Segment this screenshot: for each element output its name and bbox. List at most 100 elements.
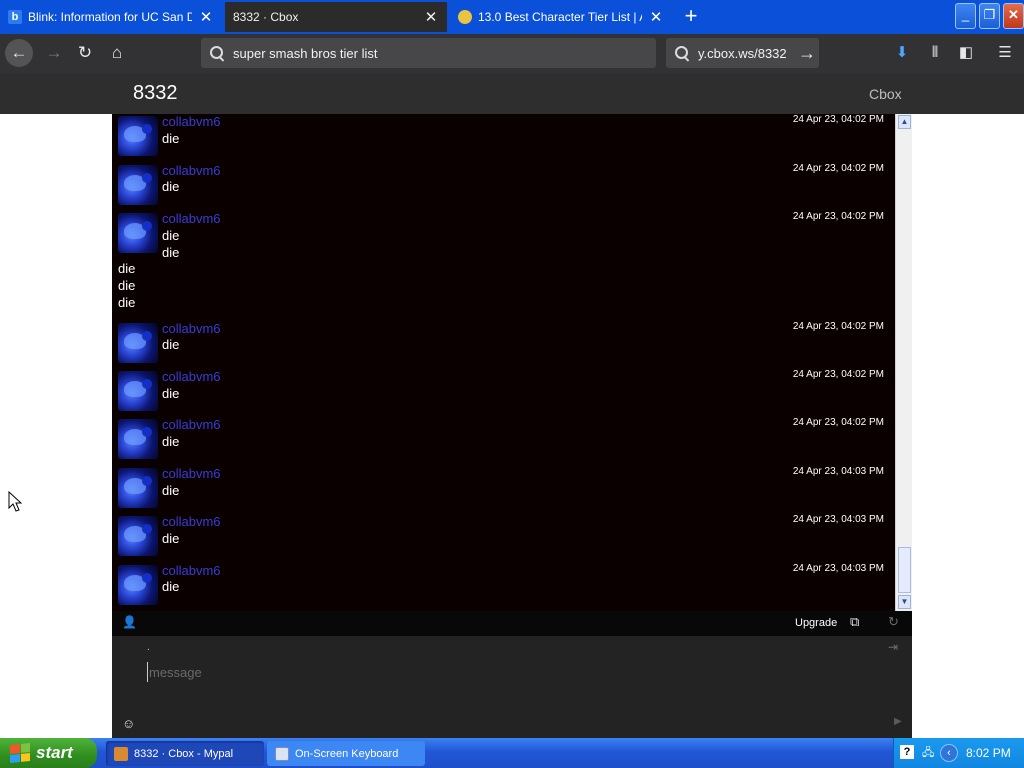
- send-icon[interactable]: ▶: [894, 716, 902, 727]
- message-text: die: [162, 228, 180, 243]
- system-tray: ? 🖧 ‹ 8:02 PM: [893, 738, 1024, 768]
- message-text: die: [162, 131, 180, 146]
- mouse-cursor-icon: [8, 491, 22, 512]
- message-text: die: [118, 295, 136, 310]
- message-timestamp: 24 Apr 23, 04:02 PM: [792, 417, 884, 428]
- search-box[interactable]: y.cbox.ws/8332 →: [666, 38, 819, 68]
- keyboard-app-icon: [275, 746, 289, 761]
- taskbar-item-label: 8332 · Cbox - Mypal: [134, 747, 234, 760]
- home-icon[interactable]: ⌂: [103, 39, 131, 67]
- tab-cbox[interactable]: 8332 · Cbox ✕: [225, 2, 447, 32]
- message-timestamp: 24 Apr 23, 04:03 PM: [792, 466, 884, 477]
- message-text: die: [162, 579, 180, 594]
- reload-icon[interactable]: ↻: [71, 39, 99, 67]
- taskbar-item-mypal[interactable]: 8332 · Cbox - Mypal: [106, 741, 264, 766]
- new-tab-icon[interactable]: +: [678, 4, 704, 30]
- taskbar: start 8332 · Cbox - Mypal On-Screen Keyb…: [0, 738, 1024, 768]
- message-timestamp: 24 Apr 23, 04:03 PM: [792, 514, 884, 525]
- back-icon[interactable]: ←: [5, 39, 33, 67]
- compose-area: . ⇥ ☺ ▶: [112, 636, 912, 738]
- message-timestamp: 24 Apr 23, 04:02 PM: [792, 321, 884, 332]
- close-tab-icon[interactable]: ✕: [648, 8, 664, 26]
- message-text: die: [162, 531, 180, 546]
- minimize-button[interactable]: _: [955, 3, 976, 29]
- message-text: die: [118, 278, 136, 293]
- tab-tier-list[interactable]: 13.0 Best Character Tier List | App ✕: [450, 2, 672, 32]
- mypal-app-icon: [114, 746, 128, 761]
- taskbar-item-keyboard[interactable]: On-Screen Keyboard: [267, 741, 425, 766]
- message-username[interactable]: collabvm6: [162, 514, 221, 529]
- tab-title: 13.0 Best Character Tier List | App: [478, 10, 642, 24]
- upgrade-link[interactable]: Upgrade: [795, 617, 837, 629]
- message-username[interactable]: collabvm6: [162, 211, 221, 226]
- avatar: [118, 419, 158, 459]
- scrollbar[interactable]: ▲ ▼: [895, 114, 912, 611]
- address-bar[interactable]: super smash bros tier list: [201, 38, 656, 68]
- clock[interactable]: 8:02 PM: [966, 746, 1011, 760]
- go-arrow-icon[interactable]: →: [795, 43, 819, 64]
- avatar: [118, 516, 158, 556]
- message-text: die: [162, 179, 180, 194]
- page-header: 8332 Cbox: [0, 73, 1024, 114]
- library-icon[interactable]: ⫴: [924, 42, 946, 64]
- close-tab-icon[interactable]: ✕: [423, 8, 439, 26]
- message-username[interactable]: collabvm6: [162, 369, 221, 384]
- tab-strip: b Blink: Information for UC San Diego ✕ …: [0, 0, 1024, 34]
- start-label: start: [36, 743, 73, 762]
- message-timestamp: 24 Apr 23, 04:02 PM: [792, 369, 884, 380]
- message-username[interactable]: collabvm6: [162, 417, 221, 432]
- login-icon[interactable]: ⇥: [888, 640, 898, 654]
- scroll-down-icon[interactable]: ▼: [898, 595, 911, 609]
- message-text: die: [118, 261, 136, 276]
- brand-link[interactable]: Cbox: [869, 86, 902, 102]
- message-input[interactable]: [147, 662, 847, 682]
- tab-blink[interactable]: b Blink: Information for UC San Diego ✕: [0, 2, 222, 32]
- help-icon[interactable]: ?: [900, 745, 914, 759]
- message-timestamp: 24 Apr 23, 04:02 PM: [792, 114, 884, 125]
- scroll-up-icon[interactable]: ▲: [898, 115, 911, 129]
- message-text: die: [162, 434, 180, 449]
- download-icon[interactable]: ⬇: [891, 42, 913, 64]
- avatar: [118, 468, 158, 508]
- avatar: [118, 165, 158, 205]
- name-field[interactable]: .: [147, 642, 150, 653]
- expand-tray-icon[interactable]: ‹: [940, 744, 958, 762]
- message-text: die: [162, 337, 180, 352]
- emoji-icon[interactable]: ☺: [122, 716, 135, 731]
- message-username[interactable]: collabvm6: [162, 466, 221, 481]
- message-timestamp: 24 Apr 23, 04:02 PM: [792, 163, 884, 174]
- external-link-icon[interactable]: ⧉: [850, 614, 859, 630]
- avatar: [118, 213, 158, 253]
- scroll-thumb[interactable]: [898, 547, 911, 593]
- menu-icon[interactable]: ☰: [994, 42, 1016, 64]
- page-title: 8332: [133, 82, 178, 104]
- avatar: [118, 371, 158, 411]
- close-window-button[interactable]: ✕: [1003, 3, 1024, 29]
- message-username[interactable]: collabvm6: [162, 563, 221, 578]
- chat-box: collabvm6 24 Apr 23, 04:02 PM die collab…: [112, 114, 912, 738]
- restore-button[interactable]: ❐: [979, 3, 1000, 29]
- tab-title: 8332 · Cbox: [233, 10, 299, 24]
- message-timestamp: 24 Apr 23, 04:02 PM: [792, 211, 884, 222]
- tab-title: Blink: Information for UC San Diego: [28, 10, 192, 24]
- sidebar-icon[interactable]: ◧: [955, 42, 977, 64]
- message-username[interactable]: collabvm6: [162, 163, 221, 178]
- search-icon: [209, 45, 225, 61]
- start-button[interactable]: start: [0, 738, 97, 768]
- forward-icon[interactable]: →: [40, 39, 68, 67]
- refresh-icon[interactable]: ↻: [888, 614, 899, 630]
- address-text: super smash bros tier list: [233, 45, 378, 61]
- message-text: die: [162, 245, 180, 260]
- message-list[interactable]: collabvm6 24 Apr 23, 04:02 PM die collab…: [112, 114, 895, 611]
- close-tab-icon[interactable]: ✕: [198, 8, 214, 26]
- chat-toolbar: 👤 Upgrade ⧉ ↻: [112, 611, 912, 636]
- message-text: die: [162, 483, 180, 498]
- network-icon[interactable]: 🖧: [922, 744, 934, 763]
- user-icon[interactable]: 👤: [122, 615, 137, 629]
- message-text: die: [162, 386, 180, 401]
- blink-favicon-icon: b: [8, 10, 22, 24]
- site-favicon-icon: [458, 10, 472, 24]
- avatar: [118, 116, 158, 156]
- message-username[interactable]: collabvm6: [162, 114, 221, 129]
- message-username[interactable]: collabvm6: [162, 321, 221, 336]
